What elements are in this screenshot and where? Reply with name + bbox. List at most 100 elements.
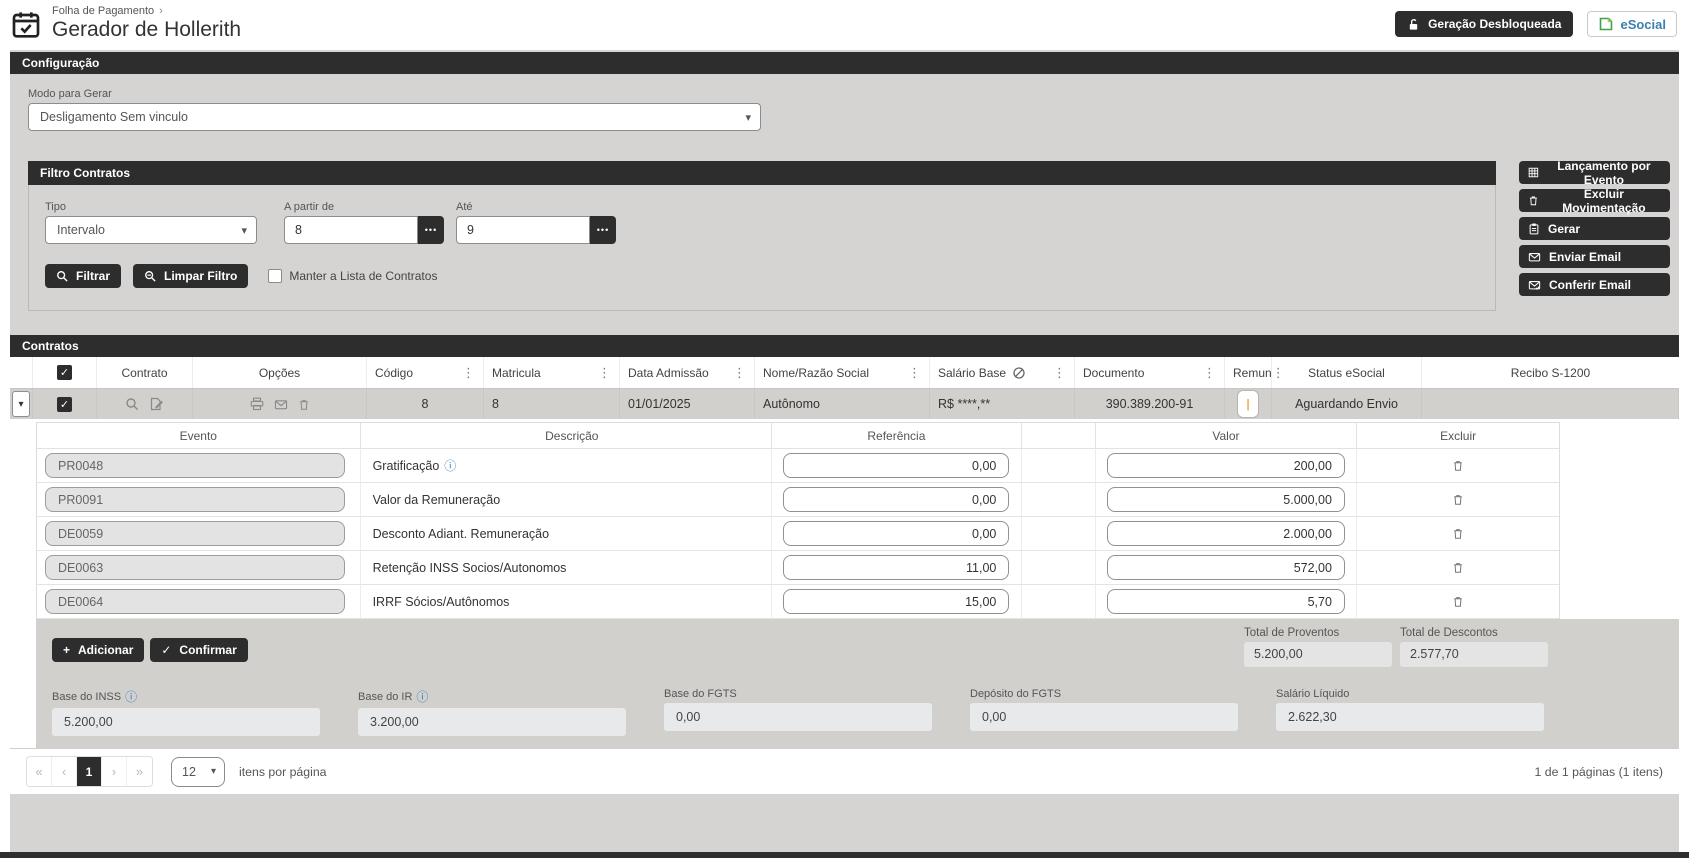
search-icon[interactable] — [125, 397, 139, 411]
check-icon: ✓ — [161, 643, 171, 657]
chevron-down-icon: ▾ — [18, 399, 23, 410]
valor-input[interactable] — [1107, 521, 1345, 546]
collapse-row-button[interactable]: ▾ — [12, 391, 30, 417]
column-menu-icon[interactable]: ⋮ — [462, 365, 475, 381]
from-label: A partir de — [284, 201, 444, 213]
col-data-admissao[interactable]: Data Admissão ⋮ — [620, 357, 755, 388]
page-summary: 1 de 1 páginas (1 itens) — [1534, 765, 1663, 779]
deposito-fgts-value: 0,00 — [970, 703, 1238, 731]
select-all-checkbox[interactable]: ✓ — [57, 365, 72, 380]
to-input[interactable] — [456, 216, 590, 244]
evento-input[interactable] — [45, 521, 345, 546]
cursor-pipe: | — [1246, 397, 1249, 411]
modo-select[interactable]: Desligamento Sem vinculo ▾ — [28, 103, 761, 131]
delete-event-button[interactable] — [1452, 595, 1464, 608]
gerar-button[interactable]: Gerar — [1519, 217, 1670, 240]
column-menu-icon[interactable]: ⋮ — [1053, 365, 1066, 381]
valor-input[interactable] — [1107, 487, 1345, 512]
select-all-cell: ✓ — [33, 357, 97, 388]
generation-unlocked-button[interactable]: Geração Desbloqueada — [1395, 11, 1573, 37]
valor-input[interactable] — [1107, 555, 1345, 580]
prev-page-button[interactable]: ‹ — [52, 757, 77, 786]
esocial-button[interactable]: eSocial — [1587, 11, 1677, 37]
confirmar-button[interactable]: ✓ Confirmar — [150, 638, 247, 662]
evento-input[interactable] — [45, 487, 345, 512]
column-menu-icon[interactable]: ⋮ — [733, 365, 746, 381]
from-input[interactable] — [284, 216, 418, 244]
info-icon[interactable]: ⓘ — [416, 688, 428, 705]
tipo-select[interactable]: Intervalo ▾ — [45, 216, 257, 244]
col-remun[interactable]: Remun ⋮ — [1225, 357, 1272, 388]
referencia-input[interactable] — [783, 453, 1009, 478]
to-input-group: ••• — [456, 216, 616, 244]
col-gap — [1022, 423, 1096, 449]
from-picker-button[interactable]: ••• — [418, 216, 444, 244]
col-evento: Evento — [37, 423, 361, 449]
col-recibo[interactable]: Recibo S-1200 — [1422, 357, 1679, 388]
col-nome-label: Nome/Razão Social — [763, 366, 869, 380]
first-page-button[interactable]: « — [27, 757, 52, 786]
column-menu-icon[interactable]: ⋮ — [598, 365, 611, 381]
next-page-button[interactable]: › — [102, 757, 127, 786]
evento-input[interactable] — [45, 589, 345, 614]
delete-event-button[interactable] — [1452, 561, 1464, 574]
column-menu-icon[interactable]: ⋮ — [908, 365, 921, 381]
excluir-movimentacao-button[interactable]: Excluir Movimentação — [1519, 189, 1670, 212]
col-documento[interactable]: Documento ⋮ — [1075, 357, 1225, 388]
modo-label: Modo para Gerar — [28, 88, 1679, 100]
col-referencia: Referência — [772, 423, 1022, 449]
col-status-esocial[interactable]: Status eSocial — [1272, 357, 1422, 388]
filtrar-button[interactable]: Filtrar — [45, 264, 121, 288]
delete-event-button[interactable] — [1452, 459, 1464, 472]
row-checkbox[interactable]: ✓ — [57, 397, 72, 412]
evento-input[interactable] — [45, 555, 345, 580]
last-page-button[interactable]: » — [127, 757, 152, 786]
referencia-input[interactable] — [783, 589, 1009, 614]
descricao-text: IRRF Sócios/Autônomos — [373, 595, 510, 609]
events-table: Evento Descrição Referência Valor Exclui… — [36, 422, 1560, 619]
event-row: Desconto Adiant. Remuneração — [37, 517, 1559, 551]
delete-event-button[interactable] — [1452, 527, 1464, 540]
evento-input[interactable] — [45, 453, 345, 478]
delete-event-button[interactable] — [1452, 493, 1464, 506]
edit-document-icon[interactable] — [149, 397, 164, 411]
info-icon[interactable]: ⓘ — [125, 688, 137, 705]
conferir-email-button[interactable]: Conferir Email — [1519, 273, 1670, 296]
col-matricula[interactable]: Matricula ⋮ — [484, 357, 620, 388]
limpar-filtro-button[interactable]: Limpar Filtro — [133, 264, 248, 288]
to-picker-button[interactable]: ••• — [590, 216, 616, 244]
descricao-text: Gratificação — [373, 459, 440, 473]
page-size-select[interactable]: 12 ▾ — [171, 757, 225, 787]
deposito-fgts: Depósito do FGTS 0,00 — [970, 688, 1238, 736]
remun-input[interactable]: | — [1237, 390, 1259, 418]
adicionar-button[interactable]: + Adicionar — [52, 638, 144, 662]
filter-fields: Tipo Intervalo ▾ A partir de ••• — [45, 201, 1479, 244]
valor-input[interactable] — [1107, 453, 1345, 478]
col-nome[interactable]: Nome/Razão Social ⋮ — [755, 357, 930, 388]
column-menu-icon[interactable]: ⋮ — [1203, 365, 1216, 381]
printer-icon[interactable] — [250, 397, 264, 411]
enviar-email-button[interactable]: Enviar Email — [1519, 245, 1670, 268]
col-contrato[interactable]: Contrato — [97, 357, 193, 388]
keep-list-checkbox[interactable] — [268, 269, 282, 283]
col-salario-base[interactable]: Salário Base ⋮ — [930, 357, 1075, 388]
lancamento-por-evento-button[interactable]: Lançamento por Evento — [1519, 161, 1670, 184]
col-opcoes[interactable]: Opções — [193, 357, 367, 388]
chevron-down-icon: ▾ — [211, 766, 216, 777]
info-icon[interactable]: ⓘ — [444, 457, 456, 474]
referencia-input[interactable] — [783, 487, 1009, 512]
row-select-cell: ✓ — [33, 389, 97, 419]
referencia-input[interactable] — [783, 521, 1009, 546]
current-page-button[interactable]: 1 — [77, 757, 102, 786]
valor-input[interactable] — [1107, 589, 1345, 614]
referencia-input[interactable] — [783, 555, 1009, 580]
breadcrumb-item[interactable]: Folha de Pagamento — [52, 5, 154, 17]
envelope-icon[interactable] — [274, 398, 288, 411]
esocial-doc-icon — [1598, 16, 1614, 32]
total-proventos-label: Total de Proventos — [1244, 627, 1392, 639]
eye-off-icon[interactable] — [1012, 366, 1026, 380]
col-codigo[interactable]: Código ⋮ — [367, 357, 484, 388]
conferir-email-label: Conferir Email — [1549, 278, 1631, 292]
trash-icon[interactable] — [298, 398, 310, 411]
enviar-email-label: Enviar Email — [1549, 250, 1621, 264]
